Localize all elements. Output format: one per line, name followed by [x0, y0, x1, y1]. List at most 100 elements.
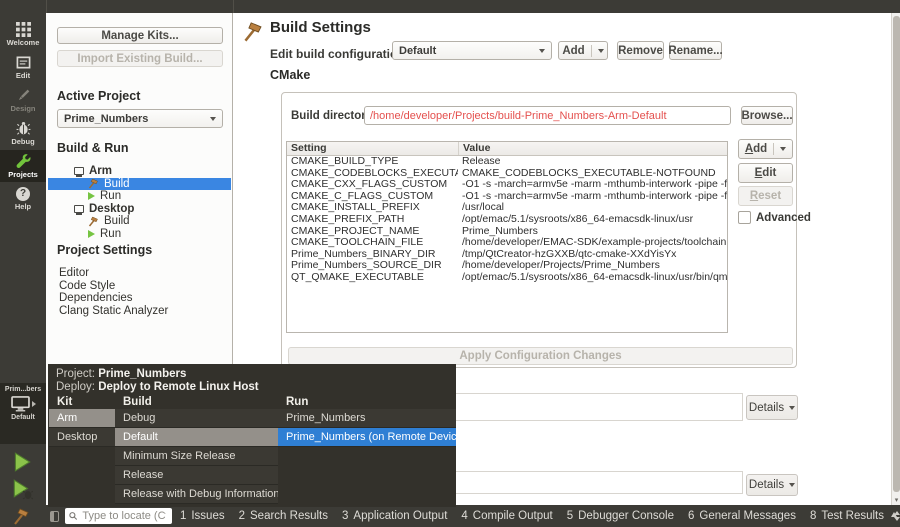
rename-config-button[interactable]: Rename... — [669, 41, 722, 60]
build-config-select[interactable]: Default — [392, 41, 552, 60]
project-settings-item[interactable]: Editor — [48, 267, 231, 280]
remove-config-button[interactable]: Remove — [617, 41, 664, 60]
project-settings-list: Editor Code Style Dependencies Clang Sta… — [48, 267, 231, 317]
edit-variable-button[interactable]: Edit — [738, 163, 793, 183]
title-bar — [0, 0, 900, 13]
tree-row[interactable]: Arm — [48, 165, 231, 178]
output-pane-tab[interactable]: 6 General Messages — [688, 510, 796, 522]
setting-cell: QT_QMAKE_EXECUTABLE — [287, 272, 458, 284]
scrollbar-handle[interactable] — [893, 16, 900, 492]
value-cell: /opt/emac/5.1/sysroots/x86_64-emacsdk-li… — [458, 272, 727, 284]
table-row[interactable]: Prime_Numbers_BINARY_DIR /tmp/QtCreator-… — [287, 249, 727, 261]
table-row[interactable]: CMAKE_PROJECT_NAME Prime_Numbers — [287, 226, 727, 238]
project-value: Prime_Numbers — [98, 368, 186, 380]
table-row[interactable]: CMAKE_CXX_FLAGS_CUSTOM -O1 -s -march=arm… — [287, 179, 727, 191]
output-pane-tab[interactable]: 5 Debugger Console — [567, 510, 674, 522]
run-config-option[interactable]: Prime_Numbers (on Remote Device) — [278, 428, 456, 447]
tab-label: Search Results — [250, 510, 328, 522]
output-pane-tab[interactable]: 1 Issues — [180, 510, 225, 522]
build-config-option[interactable]: Default — [115, 428, 278, 447]
run-button[interactable] — [8, 449, 36, 475]
output-pane-tab[interactable]: 2 Search Results — [239, 510, 328, 522]
debug-run-button[interactable] — [8, 476, 36, 502]
build-config-option[interactable]: Release with Debug Information — [115, 485, 278, 504]
table-row[interactable]: CMAKE_INSTALL_PREFIX /usr/local — [287, 202, 727, 214]
mode-label: Debug — [11, 137, 34, 146]
add-variable-button[interactable]: Add — [738, 139, 793, 159]
status-bar: 1 Issues 2 Search Results 3 Application … — [46, 505, 900, 527]
tree-row-label: Run — [100, 190, 121, 203]
mode-label: Design — [10, 104, 35, 113]
build-directory-input[interactable] — [364, 106, 731, 125]
browse-button[interactable]: Browse... — [741, 106, 793, 125]
kit-selector-button[interactable]: Prim...bers Default — [0, 383, 46, 444]
kit-project-short-label: Prim...bers — [5, 386, 41, 393]
mode-edit[interactable]: Edit — [0, 51, 46, 83]
value-column-header[interactable]: Value — [458, 142, 727, 155]
active-project-value: Prime_Numbers — [64, 113, 148, 125]
tree-row[interactable]: Build — [48, 178, 231, 191]
table-row[interactable]: CMAKE_C_FLAGS_CUSTOM -O1 -s -march=armv5… — [287, 191, 727, 203]
manage-kits-button[interactable]: Manage Kits... — [57, 27, 223, 44]
tree-row[interactable]: Build — [48, 215, 231, 228]
build-config-option[interactable]: Minimum Size Release — [115, 447, 278, 466]
details-toggle-button[interactable]: Details — [746, 395, 798, 420]
setting-column-header[interactable]: Setting — [287, 142, 458, 155]
mode-projects[interactable]: Projects — [0, 150, 46, 182]
add-config-button[interactable]: Add — [558, 41, 608, 60]
reset-variable-label: Reset — [750, 190, 781, 202]
tab-number: 2 — [239, 510, 245, 522]
expand-pane-arrow-icon[interactable] — [891, 512, 897, 517]
kit-flyout-arrow-icon — [32, 401, 36, 407]
advanced-checkbox-row[interactable]: Advanced — [738, 211, 811, 224]
deploy-value: Deploy to Remote Linux Host — [98, 381, 258, 393]
project-settings-item[interactable]: Clang Static Analyzer — [48, 305, 231, 318]
table-row[interactable]: CMAKE_TOOLCHAIN_FILE /home/developer/EMA… — [287, 237, 727, 249]
tree-row-label: Desktop — [89, 203, 134, 216]
mode-help[interactable]: ? Help — [0, 183, 46, 215]
mode-welcome[interactable]: Welcome — [0, 18, 46, 50]
table-row[interactable]: CMAKE_PREFIX_PATH /opt/emac/5.1/sysroots… — [287, 214, 727, 226]
vertical-scrollbar[interactable]: ▾ — [891, 13, 900, 505]
tree-row[interactable]: Run — [48, 190, 231, 203]
output-pane-toggle-icon[interactable] — [50, 511, 59, 522]
build-config-option[interactable]: Debug — [115, 409, 278, 428]
kit-option[interactable]: Desktop — [49, 428, 115, 447]
locator-input[interactable] — [80, 509, 168, 523]
kit-option[interactable]: Arm — [49, 409, 115, 428]
run-play-icon — [88, 192, 95, 200]
build-column: Build Debug Default Minimum Size Release… — [115, 396, 278, 504]
tree-row[interactable]: Desktop — [48, 203, 231, 216]
tab-label: General Messages — [699, 510, 796, 522]
build-hammer-icon — [12, 506, 32, 526]
setting-cell: CMAKE_PREFIX_PATH — [287, 214, 458, 226]
table-row[interactable]: QT_QMAKE_EXECUTABLE /opt/emac/5.1/sysroo… — [287, 272, 727, 284]
details-toggle-button[interactable]: Details — [746, 474, 798, 496]
table-row[interactable]: CMAKE_CODEBLOCKS_EXECUTABLE CMAKE_CODEBL… — [287, 168, 727, 180]
output-pane-tab[interactable]: 8 Test Results — [810, 510, 884, 522]
chevron-down-icon — [789, 483, 795, 487]
advanced-checkbox[interactable] — [738, 211, 751, 224]
tree-row[interactable]: Run — [48, 228, 231, 241]
tab-number: 8 — [810, 510, 816, 522]
project-settings-item[interactable]: Dependencies — [48, 292, 231, 305]
project-settings-heading: Project Settings — [57, 243, 152, 257]
value-cell: -O1 -s -march=armv5e -marm -mthumb-inter… — [458, 191, 727, 203]
locator[interactable] — [65, 508, 172, 524]
kit-name-label: Default — [11, 414, 35, 421]
active-project-heading: Active Project — [57, 89, 140, 103]
build-config-option[interactable]: Release — [115, 466, 278, 485]
mode-debug[interactable]: Debug — [0, 117, 46, 149]
output-pane-tab[interactable]: 3 Application Output — [342, 510, 447, 522]
setting-cell: CMAKE_C_FLAGS_CUSTOM — [287, 191, 458, 203]
scroll-down-arrow-icon[interactable]: ▾ — [893, 496, 900, 504]
titlebar-separator — [46, 0, 47, 13]
build-button[interactable] — [8, 503, 36, 527]
active-project-select[interactable]: Prime_Numbers — [57, 109, 223, 128]
table-row[interactable]: Prime_Numbers_SOURCE_DIR /home/developer… — [287, 260, 727, 272]
run-config-option[interactable]: Prime_Numbers — [278, 409, 456, 428]
table-row[interactable]: CMAKE_BUILD_TYPE Release — [287, 156, 727, 168]
project-settings-item[interactable]: Code Style — [48, 280, 231, 293]
table-header-row: Setting Value — [287, 142, 727, 156]
output-pane-tab[interactable]: 4 Compile Output — [461, 510, 552, 522]
